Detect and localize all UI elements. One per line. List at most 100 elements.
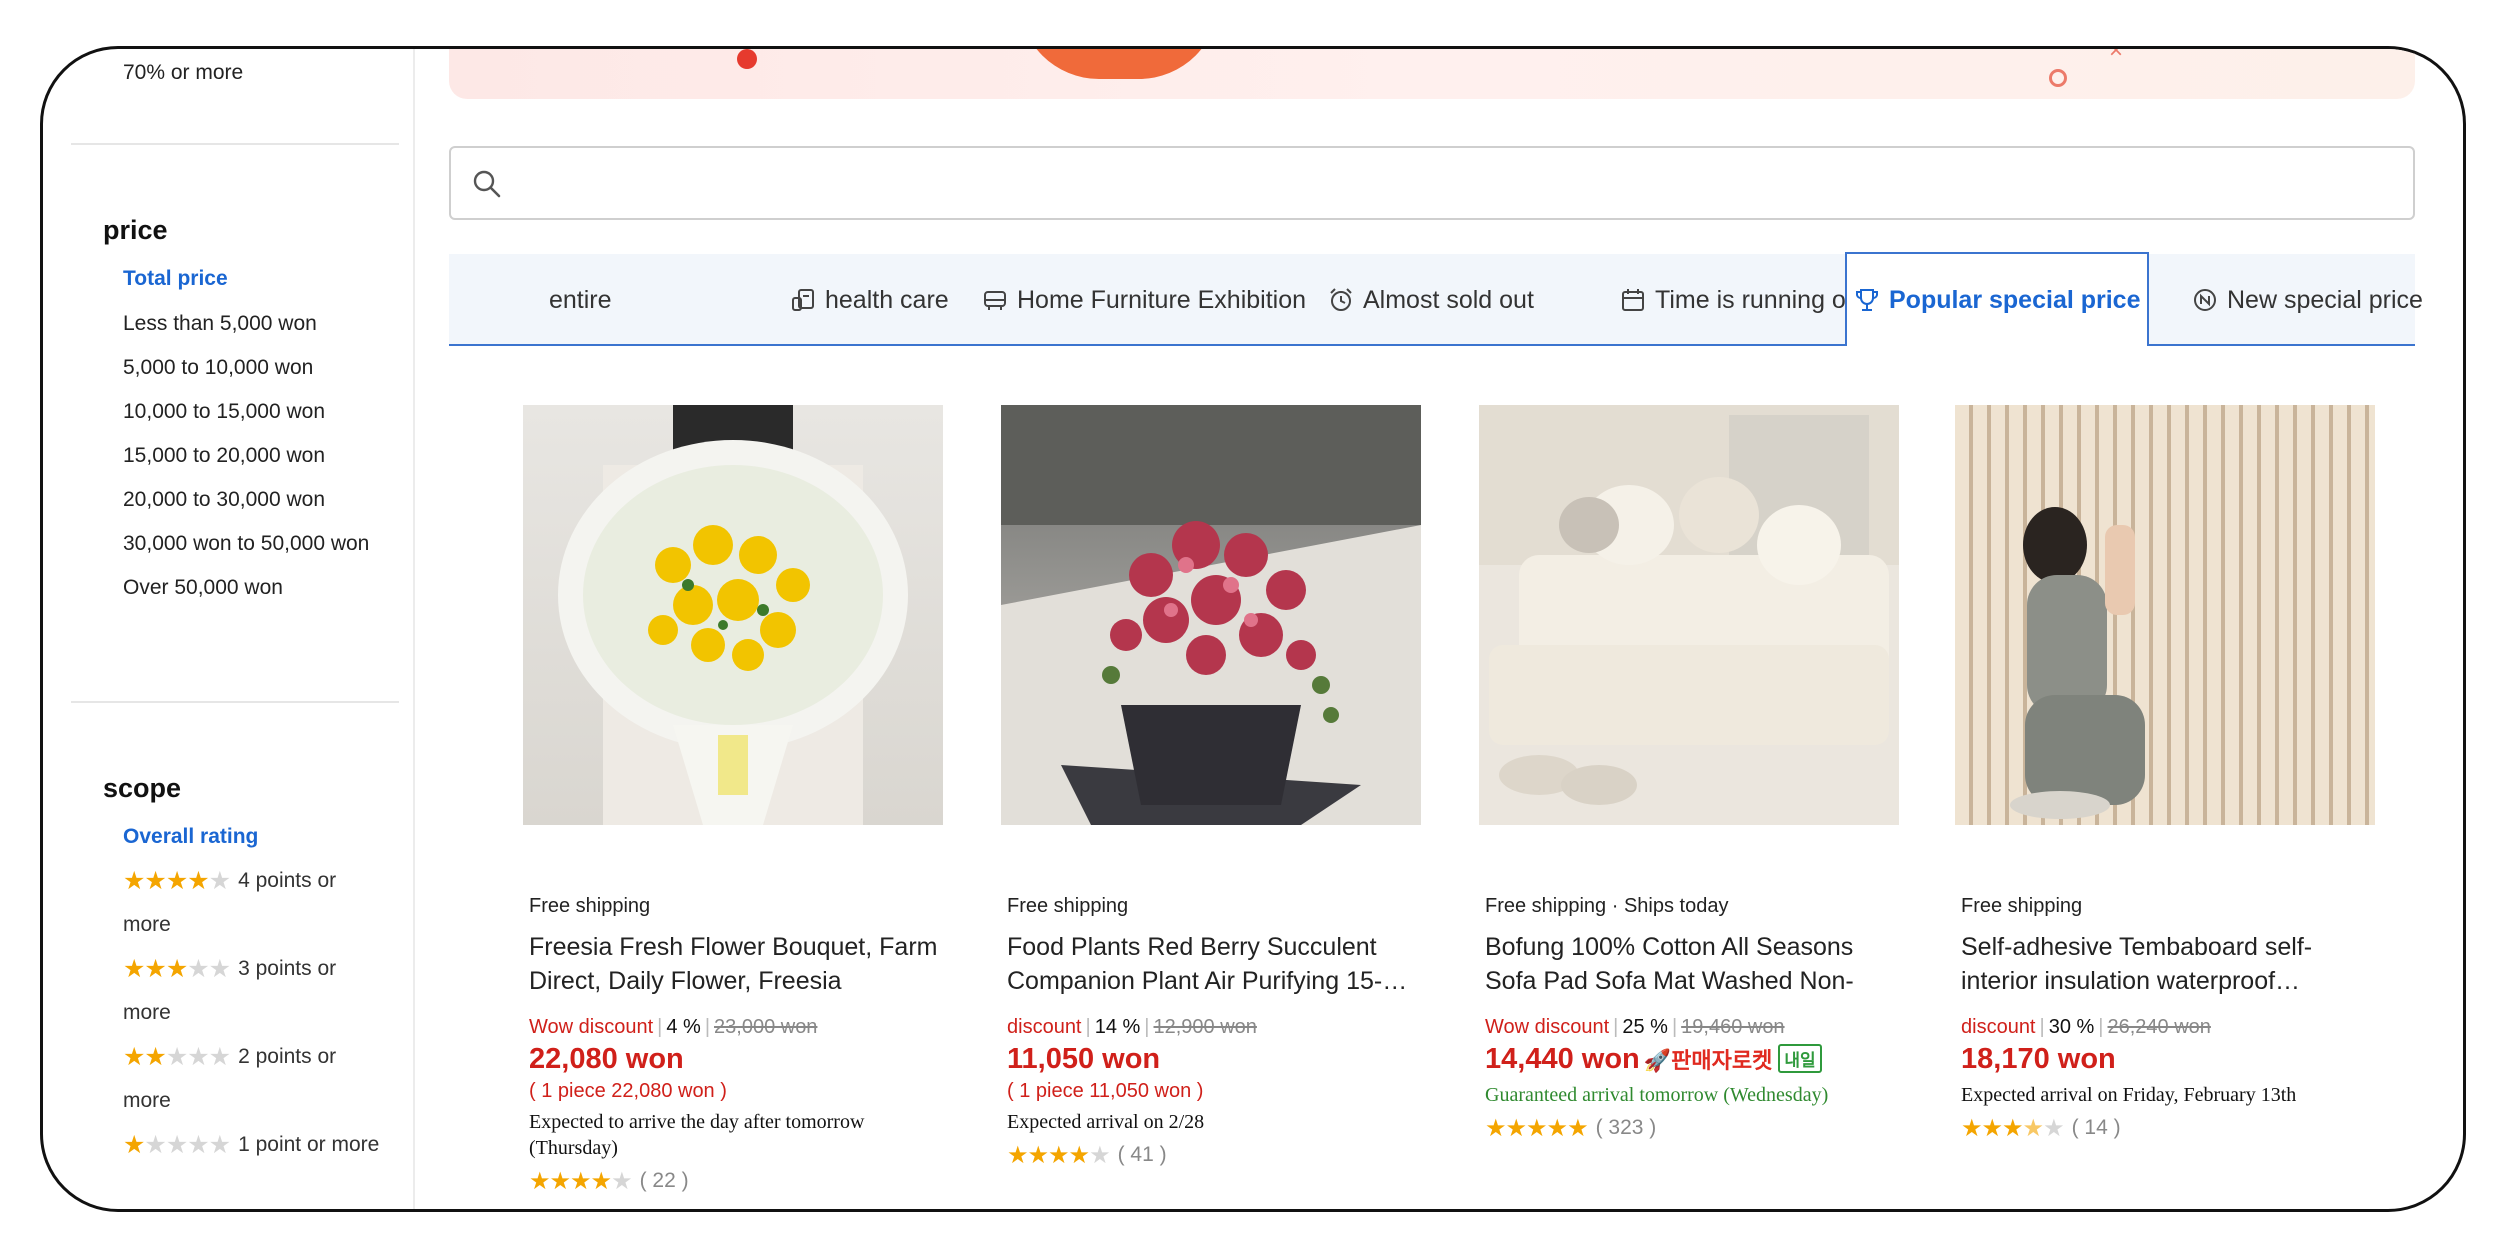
- shipping-label: Free shipping: [529, 895, 651, 917]
- search-input[interactable]: [449, 146, 2415, 220]
- sale-price: 18,170 won: [1961, 1043, 2116, 1075]
- new-badge-icon: [2194, 289, 2216, 311]
- discount-info: Wow discount | 25 % | 19,460 won: [1485, 1016, 1785, 1038]
- tab-label: health care: [825, 285, 949, 314]
- product-card[interactable]: Free shipping Freesia Fresh Flower Bouqu…: [523, 405, 943, 1196]
- product-card[interactable]: Free shipping Food Plants Red Berry Succ…: [1001, 405, 1421, 1170]
- tab-new-special-price[interactable]: New special price: [2191, 254, 2423, 346]
- price-option[interactable]: Less than 5,000 won: [123, 302, 373, 346]
- divider: [71, 701, 399, 703]
- tab-label: New special price: [2227, 285, 2423, 314]
- scope-overall-option[interactable]: Overall rating: [123, 825, 258, 849]
- price-options-list: Less than 5,000 won 5,000 to 10,000 won …: [123, 302, 373, 610]
- rocket-label: 판매자로켓: [1671, 1048, 1773, 1073]
- tab-label: entire: [549, 285, 612, 314]
- product-image[interactable]: [1955, 405, 2375, 825]
- shipping-label: Free shipping: [1961, 895, 2083, 917]
- price-option[interactable]: 5,000 to 10,000 won: [123, 346, 373, 390]
- star-rating-icon: ★★★★★: [123, 955, 231, 983]
- star-rating-icon: ★★★★★: [1961, 1115, 2065, 1142]
- review-count: ( 14 ): [2071, 1116, 2121, 1139]
- arrival-estimate: Expected to arrive the day after tomorro…: [529, 1111, 865, 1159]
- product-image[interactable]: [1001, 405, 1421, 825]
- sale-price: 11,050 won: [1007, 1043, 1161, 1075]
- review-summary: ★★★★★ ( 323 ): [1485, 1114, 1899, 1143]
- arrival-estimate: Expected arrival on Friday, February 13t…: [1961, 1084, 2297, 1106]
- rating-option-4[interactable]: ★★★★★ 4 points or more: [123, 859, 383, 947]
- health-icon: [792, 289, 814, 311]
- product-image[interactable]: [523, 405, 943, 825]
- product-card[interactable]: Free shipping Self-adhesive Tembaboard s…: [1955, 405, 2375, 1143]
- review-summary: ★★★★★ ( 14 ): [1961, 1114, 2375, 1143]
- rating-option-2[interactable]: ★★★★★ 2 points or more: [123, 1035, 383, 1123]
- rating-options-list: ★★★★★ 4 points or more ★★★★★ 3 points or m…: [123, 859, 383, 1167]
- promo-banner[interactable]: ×: [449, 46, 2415, 99]
- star-rating-icon: ★★★★★: [1485, 1115, 1589, 1142]
- screen-frame: 70% or more price Total price Less than …: [40, 46, 2466, 1212]
- price-option[interactable]: 15,000 to 20,000 won: [123, 434, 373, 478]
- discount-info: Wow discount | 4 % | 23,000 won: [529, 1016, 818, 1038]
- rocket-delivery-badge: 🚀판매자로켓 내일: [1644, 1043, 1822, 1075]
- price-option[interactable]: 10,000 to 15,000 won: [123, 390, 373, 434]
- product-image[interactable]: [1479, 405, 1899, 825]
- tab-entire[interactable]: entire: [549, 254, 612, 346]
- product-name[interactable]: Freesia Fresh Flower Bouquet, Farm Direc…: [529, 930, 939, 998]
- discount-label: discount: [1007, 1016, 1082, 1038]
- filter-sidebar: 70% or more price Total price Less than …: [43, 49, 415, 1209]
- tab-label: Almost sold out: [1363, 285, 1534, 314]
- review-count: ( 323 ): [1595, 1116, 1657, 1139]
- product-name[interactable]: Bofung 100% Cotton All Seasons Sofa Pad …: [1485, 930, 1895, 998]
- star-rating-icon: ★★★★★: [529, 1168, 633, 1195]
- arrival-estimate: Guaranteed arrival tomorrow (Wednesday): [1485, 1084, 1829, 1106]
- review-summary: ★★★★★ ( 41 ): [1007, 1141, 1421, 1170]
- discount-option-70[interactable]: 70% or more: [123, 61, 243, 85]
- alarm-clock-icon: [1330, 288, 1352, 311]
- tab-label: Time is running out: [1655, 285, 1867, 314]
- discount-percent: 25 %: [1622, 1016, 1668, 1038]
- discount-label: Wow discount: [1485, 1016, 1610, 1038]
- product-card[interactable]: Free shipping · Ships today Bofung 100% …: [1479, 405, 1899, 1143]
- product-name[interactable]: Self-adhesive Tembaboard self-interior i…: [1961, 930, 2371, 998]
- star-rating-icon: ★★★★★: [123, 867, 231, 895]
- original-price: 12,900 won: [1153, 1016, 1257, 1038]
- review-count: ( 41 ): [1117, 1143, 1167, 1166]
- tab-home-furniture[interactable]: Home Furniture Exhibition: [981, 254, 1306, 346]
- sale-price: 22,080 won: [529, 1043, 684, 1075]
- discount-percent: 30 %: [2048, 1016, 2095, 1038]
- sale-price: 14,440 won 🚀판매자로켓 내일: [1485, 1043, 1899, 1076]
- calendar-icon: [1622, 289, 1644, 311]
- price-total-option[interactable]: Total price: [123, 267, 228, 291]
- tab-label: Home Furniture Exhibition: [1017, 285, 1307, 314]
- sale-price-value: 14,440 won: [1485, 1043, 1640, 1075]
- arrival-estimate: Expected arrival on 2/28: [1007, 1111, 1205, 1133]
- discount-label: Wow discount: [529, 1016, 654, 1038]
- original-price: 19,460 won: [1681, 1016, 1785, 1038]
- price-option[interactable]: 30,000 won to 50,000 won: [123, 522, 373, 566]
- discount-percent: 4 %: [666, 1016, 701, 1038]
- banner-decoration: [737, 49, 757, 69]
- rating-option-1[interactable]: ★★★★★ 1 point or more: [123, 1123, 383, 1167]
- star-rating-icon: ★★★★★: [1007, 1142, 1111, 1169]
- discount-label: discount: [1961, 1016, 2036, 1038]
- product-name[interactable]: Food Plants Red Berry Succulent Companio…: [1007, 930, 1417, 998]
- price-filter-title: price: [103, 215, 168, 245]
- tab-popular-special-price[interactable]: Popular special price: [1845, 252, 2149, 346]
- search-icon: [473, 170, 501, 198]
- discount-info: discount | 14 % | 12,900 won: [1007, 1016, 1257, 1038]
- star-rating-icon: ★★★★★: [123, 1131, 231, 1159]
- unit-price: ( 1 piece 22,080 won ): [529, 1080, 727, 1102]
- divider: [71, 143, 399, 145]
- star-rating-icon: ★★★★★: [123, 1043, 231, 1071]
- tab-almost-sold-out[interactable]: Almost sold out: [1327, 254, 1534, 346]
- price-option[interactable]: Over 50,000 won: [123, 566, 373, 610]
- rating-option-3[interactable]: ★★★★★ 3 points or more: [123, 947, 383, 1035]
- original-price: 26,240 won: [2107, 1016, 2211, 1038]
- shipping-label: Free shipping: [1007, 895, 1129, 917]
- discount-info: discount | 30 % | 26,240 won: [1961, 1016, 2211, 1038]
- tab-health-care[interactable]: health care: [789, 254, 949, 346]
- discount-percent: 14 %: [1094, 1016, 1141, 1038]
- review-count: ( 22 ): [639, 1169, 689, 1192]
- banner-decoration: ×: [2109, 46, 2124, 64]
- tab-time-running-out[interactable]: Time is running out: [1619, 254, 1867, 346]
- price-option[interactable]: 20,000 to 30,000 won: [123, 478, 373, 522]
